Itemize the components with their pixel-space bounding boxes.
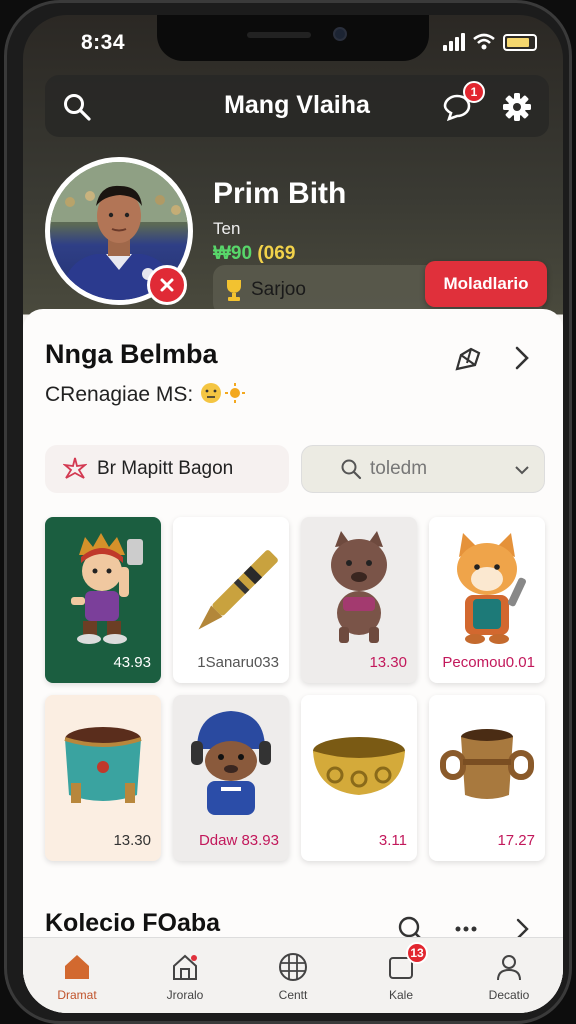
item-card[interactable]: 1Sanaru033 [173, 517, 289, 683]
profile-name: Prim Bith [213, 177, 347, 210]
tab-label: Centt [278, 987, 308, 1002]
emoji-face-icon [201, 383, 222, 403]
notifications-button[interactable]: 1 [437, 81, 485, 127]
section-subtitle-text: CRenagiae MS: [45, 383, 194, 406]
app-screen: 8:34 Mang Vlaiha 1 Prim Bith Ten ₩90 (06… [23, 15, 563, 1013]
tab-label: Kale [388, 987, 414, 1002]
tab-home[interactable]: Dramat [23, 938, 131, 1013]
trophy-icon [227, 280, 241, 301]
content-card: Nnga Belmba CRenagiae MS: Br Mapitt Bago… [23, 309, 563, 1013]
item-price: 13.30 [113, 832, 151, 849]
home-icon [65, 954, 89, 979]
tab-profile[interactable]: Decatio [455, 938, 563, 1013]
status-time: 8:34 [81, 31, 126, 54]
item-card[interactable]: 43.93 [45, 517, 161, 683]
filter-chip[interactable]: Br Mapitt Bagon [45, 445, 289, 493]
notification-badge: 1 [463, 81, 485, 103]
item-grid: 43.93 1Sanaru033 13.30 Pecomou0.01 13.30… [45, 517, 549, 861]
tab-label: Decatio [488, 987, 530, 1002]
tab-store[interactable]: Jroralo [131, 938, 239, 1013]
item-card[interactable]: 13.30 [301, 517, 417, 683]
item-card[interactable]: 3.11 [301, 695, 417, 861]
inbox-badge: 13 [406, 941, 428, 964]
section-subtitle: CRenagiae MS: [45, 381, 245, 407]
globe-icon [279, 952, 307, 981]
balance-primary: ₩90 [213, 243, 253, 264]
battery-icon [503, 33, 537, 51]
item-card[interactable]: 17.27 [429, 695, 545, 861]
tab-inbox[interactable]: 13 Kale [347, 938, 455, 1013]
primary-action-button[interactable]: Moladlario [425, 261, 547, 307]
collection-title: Kolecio FOaba [45, 909, 221, 937]
tab-explore[interactable]: Centt [239, 938, 347, 1013]
chevron-down-icon [515, 466, 529, 475]
item-price: 1Sanaru033 [197, 654, 279, 671]
wifi-icon [473, 33, 495, 50]
phone-frame: 8:34 Mang Vlaiha 1 Prim Bith Ten ₩90 (06… [4, 0, 572, 1024]
item-price: 3.11 [378, 832, 407, 849]
share-icon[interactable] [453, 343, 483, 373]
chevron-right-icon[interactable] [513, 345, 531, 371]
profile-role: Ten [213, 219, 241, 238]
bottom-tab-bar: Dramat Jroralo Centt 13 Kale Decatio [23, 937, 563, 1013]
item-card[interactable]: Ddaw 83.93 [173, 695, 289, 861]
status-bar: 8:34 [23, 29, 563, 59]
search-dropdown[interactable]: toledm [301, 445, 545, 493]
gear-icon [503, 93, 531, 121]
item-price: 17.27 [497, 832, 535, 849]
user-icon [497, 954, 521, 980]
filter-label: Br Mapitt Bagon [97, 458, 234, 479]
item-price: 13.30 [369, 654, 407, 671]
close-icon [160, 278, 174, 292]
store-icon [173, 954, 197, 980]
profile-balance: ₩90 (069 [213, 243, 295, 265]
section-title: Nnga Belmba [45, 339, 218, 369]
item-card[interactable]: Pecomou0.01 [429, 517, 545, 683]
profile-tag-label: Sarjoo [251, 279, 306, 300]
top-app-bar: Mang Vlaiha 1 [45, 75, 549, 137]
profile-header: Prim Bith Ten ₩90 (069 Sarjoo Moladlario [23, 137, 563, 317]
item-price: Pecomou0.01 [442, 654, 535, 671]
remove-photo-button[interactable] [147, 265, 187, 305]
tab-label: Jroralo [166, 987, 204, 1002]
item-card[interactable]: 13.30 [45, 695, 161, 861]
signal-icon [443, 33, 465, 51]
more-icon[interactable] [455, 925, 477, 933]
settings-button[interactable] [497, 87, 537, 127]
sparkle-icon [63, 457, 87, 479]
sun-icon [224, 383, 245, 403]
search-value: toledm [370, 458, 428, 479]
item-price: 43.93 [113, 654, 151, 671]
tab-label: Dramat [57, 987, 97, 1002]
balance-secondary: (069 [257, 243, 296, 264]
item-price: Ddaw 83.93 [198, 832, 279, 849]
search-icon [341, 459, 362, 480]
